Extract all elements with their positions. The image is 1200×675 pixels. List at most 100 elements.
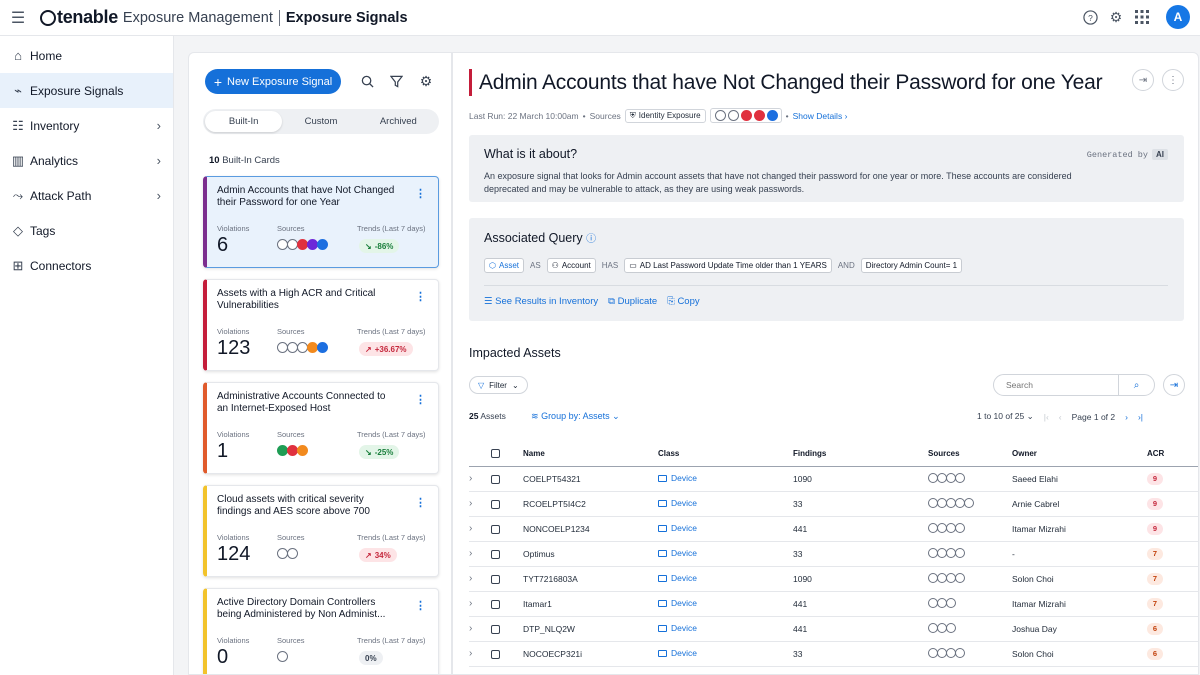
info-icon[interactable]: ⓘ bbox=[586, 234, 596, 245]
signal-card[interactable]: Administrative Accounts Connected to an … bbox=[203, 382, 439, 474]
filter-icon[interactable] bbox=[388, 73, 404, 89]
duplicate-link[interactable]: ⧉ Duplicate bbox=[608, 296, 657, 307]
more-options-icon[interactable]: ⋮ bbox=[415, 599, 426, 612]
last-page-icon[interactable]: ›| bbox=[1138, 412, 1143, 422]
menu-icon[interactable]: ☰ bbox=[0, 0, 36, 36]
column-name[interactable]: Name bbox=[523, 441, 658, 467]
row-checkbox[interactable] bbox=[491, 499, 500, 509]
identity-exposure-chip[interactable]: ⛨ Identity Exposure bbox=[624, 108, 706, 123]
more-options-icon[interactable]: ⋮ bbox=[415, 393, 426, 406]
expand-row-icon[interactable]: › bbox=[469, 473, 472, 484]
gear-icon[interactable]: ⚙ bbox=[418, 73, 434, 89]
sidebar-item-inventory[interactable]: ☷ Inventory › bbox=[0, 108, 173, 143]
first-page-icon[interactable]: |‹ bbox=[1044, 412, 1049, 422]
settings-icon[interactable]: ⚙ bbox=[1108, 9, 1124, 25]
expand-row-icon[interactable]: › bbox=[469, 573, 472, 584]
copy-link[interactable]: ⎘ Copy bbox=[667, 296, 699, 307]
more-options-icon[interactable]: ⋮ bbox=[1162, 69, 1184, 91]
show-details-link[interactable]: Show Details › bbox=[793, 111, 848, 121]
violations-label: Violations bbox=[217, 430, 250, 439]
table-row[interactable]: › DTP_NLQ2W Device 441 Joshua Day 6 bbox=[469, 616, 1198, 642]
asset-name[interactable]: TYT7216803A bbox=[523, 566, 658, 592]
expand-row-icon[interactable]: › bbox=[469, 548, 472, 559]
row-checkbox[interactable] bbox=[491, 574, 500, 584]
search-input[interactable] bbox=[994, 380, 1114, 390]
sources-icons[interactable] bbox=[709, 108, 782, 123]
table-row[interactable]: › COELPT54321 Device 1090 Saeed Elahi 9 bbox=[469, 466, 1198, 492]
group-by-dropdown[interactable]: ≋ Group by: Assets ⌄ bbox=[531, 411, 620, 422]
help-icon[interactable]: ? bbox=[1082, 9, 1098, 25]
column-class[interactable]: Class bbox=[658, 441, 793, 467]
export-icon[interactable]: ⇥ bbox=[1132, 69, 1154, 91]
sidebar-item-exposure-signals[interactable]: ⌁ Exposure Signals bbox=[0, 73, 173, 108]
sidebar-item-connectors[interactable]: ⊞ Connectors bbox=[0, 248, 173, 283]
apps-grid-icon[interactable] bbox=[1134, 9, 1150, 25]
page-range-dropdown[interactable]: 1 to 10 of 25 ⌄ bbox=[977, 411, 1034, 422]
more-options-icon[interactable]: ⋮ bbox=[415, 290, 426, 303]
signal-detail-panel: Admin Accounts that have Not Changed the… bbox=[452, 52, 1199, 675]
table-row[interactable]: › RCOELPT5I4C2 Device 33 Arnie Cabrel 9 bbox=[469, 491, 1198, 517]
asset-name[interactable]: DTP_NLQ2W bbox=[523, 616, 658, 642]
prev-page-icon[interactable]: ‹ bbox=[1059, 412, 1062, 422]
query-heading: Associated Query ⓘ bbox=[484, 231, 597, 245]
table-row[interactable]: › Itamar1 Device 441 Itamar Mizrahi 7 bbox=[469, 591, 1198, 617]
asset-name[interactable]: Itamar1 bbox=[523, 591, 658, 617]
more-options-icon[interactable]: ⋮ bbox=[415, 187, 426, 200]
row-checkbox[interactable] bbox=[491, 624, 500, 634]
query-condition-chip[interactable]: Directory Admin Count= 1 bbox=[860, 258, 963, 273]
device-icon bbox=[658, 474, 667, 482]
column-sources[interactable]: Sources bbox=[928, 441, 1012, 467]
asset-icon: ⬡ bbox=[489, 261, 496, 270]
new-exposure-signal-button[interactable]: + New Exposure Signal bbox=[205, 69, 341, 94]
tab-archived[interactable]: Archived bbox=[360, 111, 437, 132]
select-all-checkbox[interactable] bbox=[491, 448, 500, 458]
expand-row-icon[interactable]: › bbox=[469, 623, 472, 634]
signal-card[interactable]: Cloud assets with critical severity find… bbox=[203, 485, 439, 577]
export-icon[interactable]: ⇥ bbox=[1163, 374, 1185, 396]
query-condition-chip[interactable]: ▭ AD Last Password Update Time older than… bbox=[624, 258, 832, 273]
search-icon[interactable]: ⌕ bbox=[1118, 375, 1154, 395]
asset-name[interactable]: Optimus bbox=[523, 541, 658, 567]
expand-row-icon[interactable]: › bbox=[469, 523, 472, 534]
more-options-icon[interactable]: ⋮ bbox=[415, 496, 426, 509]
search-icon[interactable] bbox=[359, 73, 375, 89]
avatar[interactable]: A bbox=[1166, 5, 1190, 29]
acr-badge: 6 bbox=[1147, 647, 1163, 660]
asset-name[interactable]: NOCOECP321i bbox=[523, 641, 658, 667]
tab-custom[interactable]: Custom bbox=[282, 111, 359, 132]
column-findings[interactable]: Findings bbox=[793, 441, 928, 467]
table-row[interactable]: › TYT7216803A Device 1090 Solon Choi 7 bbox=[469, 566, 1198, 592]
sidebar-item-attack-path[interactable]: ⤳ Attack Path › bbox=[0, 178, 173, 213]
expand-row-icon[interactable]: › bbox=[469, 648, 472, 659]
row-checkbox[interactable] bbox=[491, 549, 500, 559]
table-row[interactable]: › NOCOECP321i Device 33 Solon Choi 6 bbox=[469, 641, 1198, 667]
column-owner[interactable]: Owner bbox=[1012, 441, 1147, 467]
asset-name[interactable]: COELPT54321 bbox=[523, 466, 658, 492]
column-acr[interactable]: ACR bbox=[1147, 441, 1198, 467]
see-results-link[interactable]: ☰ See Results in Inventory bbox=[484, 296, 598, 307]
brand-divider bbox=[278, 9, 280, 26]
row-checkbox[interactable] bbox=[491, 599, 500, 609]
divider bbox=[484, 285, 1168, 286]
query-account-chip[interactable]: ⚇ Account bbox=[546, 258, 596, 273]
table-row[interactable]: › Optimus Device 33 - 7 bbox=[469, 541, 1198, 567]
filter-button[interactable]: ▽ Filter ⌄ bbox=[469, 376, 528, 394]
table-row[interactable]: › NONCOELP1234 Device 441 Itamar Mizrahi… bbox=[469, 516, 1198, 542]
expand-row-icon[interactable]: › bbox=[469, 598, 472, 609]
row-checkbox[interactable] bbox=[491, 474, 500, 484]
sidebar-item-analytics[interactable]: ▥ Analytics › bbox=[0, 143, 173, 178]
signal-card[interactable]: Active Directory Domain Controllers bein… bbox=[203, 588, 439, 674]
row-checkbox[interactable] bbox=[491, 649, 500, 659]
sidebar-item-tags[interactable]: ◇ Tags bbox=[0, 213, 173, 248]
row-checkbox[interactable] bbox=[491, 524, 500, 534]
device-icon bbox=[658, 549, 667, 557]
expand-row-icon[interactable]: › bbox=[469, 498, 472, 509]
next-page-icon[interactable]: › bbox=[1125, 412, 1128, 422]
query-asset-chip[interactable]: ⬡ Asset bbox=[484, 258, 524, 273]
signal-card[interactable]: Admin Accounts that have Not Changed the… bbox=[203, 176, 439, 268]
asset-name[interactable]: RCOELPT5I4C2 bbox=[523, 491, 658, 517]
signal-card[interactable]: Assets with a High ACR and Critical Vuln… bbox=[203, 279, 439, 371]
sidebar-item-home[interactable]: ⌂ Home bbox=[0, 38, 173, 73]
asset-name[interactable]: NONCOELP1234 bbox=[523, 516, 658, 542]
tab-built-in[interactable]: Built-In bbox=[205, 111, 283, 132]
